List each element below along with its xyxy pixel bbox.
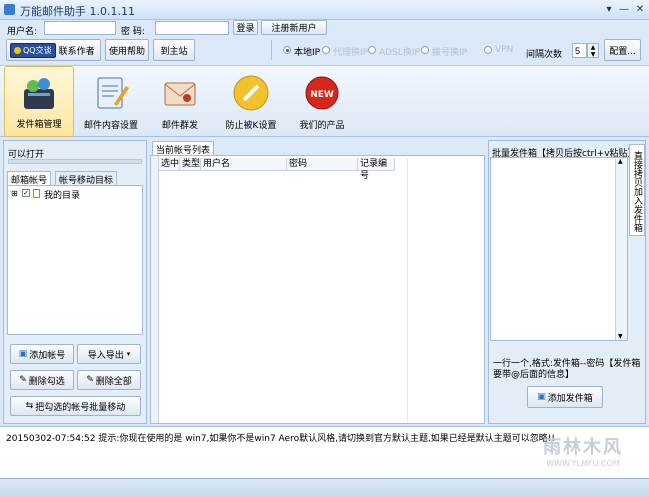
ribbon-label: 我们的产品 (299, 121, 345, 131)
login-button[interactable]: 登录 (233, 20, 258, 35)
eraser-icon: ✎ (86, 375, 94, 385)
add-account-label: 添加帐号 (29, 350, 66, 361)
title-bar: 万能邮件助手 1.0.1.11 ▾ — ✕ (0, 0, 649, 20)
watermark-url: WWW.YLMFU.COM (546, 459, 620, 468)
column-header[interactable]: 选中 (159, 158, 180, 171)
column-header[interactable]: 记录编号 (358, 158, 395, 181)
textarea-scrollbar[interactable]: ▲ ▼ (615, 158, 627, 340)
register-button[interactable]: 注册新用户 (261, 20, 327, 35)
feature-ribbon: 发件箱管理 邮件内容设置 邮件群发 防止被K设置 NEW 我们的产品 (0, 65, 649, 137)
ip-option-label: 本地IP (294, 48, 321, 58)
column-header[interactable]: 用户名 (201, 158, 287, 171)
watermark-brand: 雨林木风 (543, 437, 623, 458)
chevron-down-icon: ▾ (126, 350, 131, 358)
document-pencil-icon (97, 77, 129, 109)
username-label: 用户名: (7, 27, 38, 37)
ribbon-label: 邮件内容设置 (83, 121, 138, 131)
delete-checked-button[interactable]: ✎ 删除勾选 (10, 370, 74, 390)
config-button[interactable]: 配置... (604, 39, 641, 61)
move-icon: ⇆ (25, 401, 34, 411)
qq-label: QQ交谈 (23, 45, 52, 55)
ip-option-label: VPN (495, 45, 514, 55)
close-button[interactable]: ✕ (633, 3, 647, 16)
username-input[interactable] (44, 21, 116, 35)
account-grid[interactable] (150, 155, 485, 424)
ip-option-radio[interactable] (421, 46, 429, 54)
status-message: 20150302-07:54:52 提示:你现在使用的是 win7,如果你不是w… (6, 434, 556, 444)
interval-input[interactable] (572, 43, 587, 58)
interval-stepper[interactable]: ▲ ▼ (587, 43, 599, 58)
row-header-strip (151, 156, 159, 423)
ip-option-radio[interactable] (368, 46, 376, 54)
ip-option-label: 代理换IP (333, 48, 369, 58)
ip-option-radio[interactable] (322, 46, 330, 54)
home-site-button[interactable]: 到主站 (153, 39, 195, 61)
ribbon-label: 邮件群发 (161, 121, 198, 131)
watermark-logo: 雨林木风 WWW.YLMFU.COM (523, 433, 643, 477)
tree-checkbox[interactable]: ✓ (22, 189, 30, 197)
eraser-icon: ✎ (19, 375, 27, 385)
ribbon-our-products[interactable]: NEW 我们的产品 (289, 66, 355, 137)
right-panel: 批量发件箱【拷贝后按ctrl+v粘贴】 ▲ ▼ 直接拷贝加入发件箱 一行一个,格… (488, 140, 646, 424)
add-account-button[interactable]: ▣ 添加帐号 (10, 344, 74, 364)
import-export-button[interactable]: 导入导出 ▾ (77, 344, 141, 364)
move-checked-label: 把勾选的帐号批量移动 (35, 402, 126, 413)
column-header[interactable]: 密码 (287, 158, 358, 171)
directory-tree[interactable]: ⊞ ✓ 我的目录 (7, 185, 143, 335)
divider (271, 40, 272, 60)
expand-icon[interactable]: ⊞ (11, 189, 18, 198)
log-panel: 20150302-07:54:52 提示:你现在使用的是 win7,如果你不是w… (0, 426, 649, 478)
delete-checked-label: 删除勾选 (28, 376, 65, 387)
ip-option-label: ADSL换IP (379, 48, 420, 58)
add-icon: ▣ (537, 392, 546, 402)
envelope-icon (164, 82, 196, 106)
add-mailbox-label: 添加发件箱 (547, 393, 593, 404)
qq-icon: QQ交谈 (10, 42, 56, 58)
progress-bar (8, 159, 142, 164)
left-panel: 可以打开 邮箱帐号 帐号移动目标 ⊞ ✓ 我的目录 ▣ 添加帐号 导入导出 ▾ ✎ 删… (3, 140, 147, 424)
mailbox-users-icon (24, 78, 54, 109)
interval-label: 间隔次数 (526, 50, 563, 60)
bulk-mailbox-textarea[interactable] (490, 157, 628, 341)
password-label: 密 码: (121, 27, 145, 37)
delete-all-button[interactable]: ✎ 删除全部 (77, 370, 141, 390)
tree-root-label: 我的目录 (44, 191, 81, 201)
minimize-icon[interactable]: ▾ (602, 3, 616, 16)
contact-label: 联系作者 (58, 46, 95, 57)
folder-icon (33, 189, 40, 198)
window-title: 万能邮件助手 1.0.1.11 (20, 5, 135, 18)
move-checked-button[interactable]: ⇆ 把勾选的帐号批量移动 (10, 396, 141, 416)
delete-all-label: 删除全部 (95, 376, 132, 387)
format-hint: 一行一个,格式:发件箱--密码【发件箱要带@后面的信息】 (493, 359, 641, 380)
column-header[interactable]: 类型 (180, 158, 201, 171)
ip-option-radio[interactable] (484, 46, 492, 54)
import-export-label: 导入导出 (87, 350, 124, 361)
ip-option-label: 拨号换IP (432, 48, 468, 58)
add-user-icon: ▣ (18, 349, 28, 359)
app-icon (4, 4, 15, 15)
ribbon-label: 防止被K设置 (225, 121, 277, 131)
ribbon-mass-mail[interactable]: 邮件群发 (148, 66, 212, 137)
side-tab-copy[interactable]: 直接拷贝加入发件箱 (629, 144, 645, 236)
wrench-icon (233, 75, 269, 111)
ribbon-mailbox-manage[interactable]: 发件箱管理 (4, 66, 74, 137)
password-input[interactable] (155, 21, 229, 35)
ip-option-radio[interactable] (283, 46, 291, 54)
minimize-button[interactable]: — (617, 3, 631, 16)
svg-text:NEW: NEW (310, 90, 334, 100)
ribbon-content-settings[interactable]: 邮件内容设置 (79, 66, 143, 137)
ribbon-label: 发件箱管理 (16, 120, 62, 130)
scroll-down-icon[interactable]: ▼ (618, 333, 623, 340)
grid-body (159, 158, 408, 423)
help-button[interactable]: 使用帮助 (105, 39, 149, 61)
new-badge-icon: NEW (305, 76, 339, 110)
add-mailbox-button[interactable]: ▣ 添加发件箱 (527, 386, 603, 408)
ribbon-anti-block[interactable]: 防止被K设置 (218, 66, 284, 137)
scroll-up-icon[interactable]: ▲ (618, 158, 623, 165)
qq-contact-button[interactable]: QQ交谈 联系作者 (6, 39, 101, 61)
status-bar (0, 478, 649, 497)
